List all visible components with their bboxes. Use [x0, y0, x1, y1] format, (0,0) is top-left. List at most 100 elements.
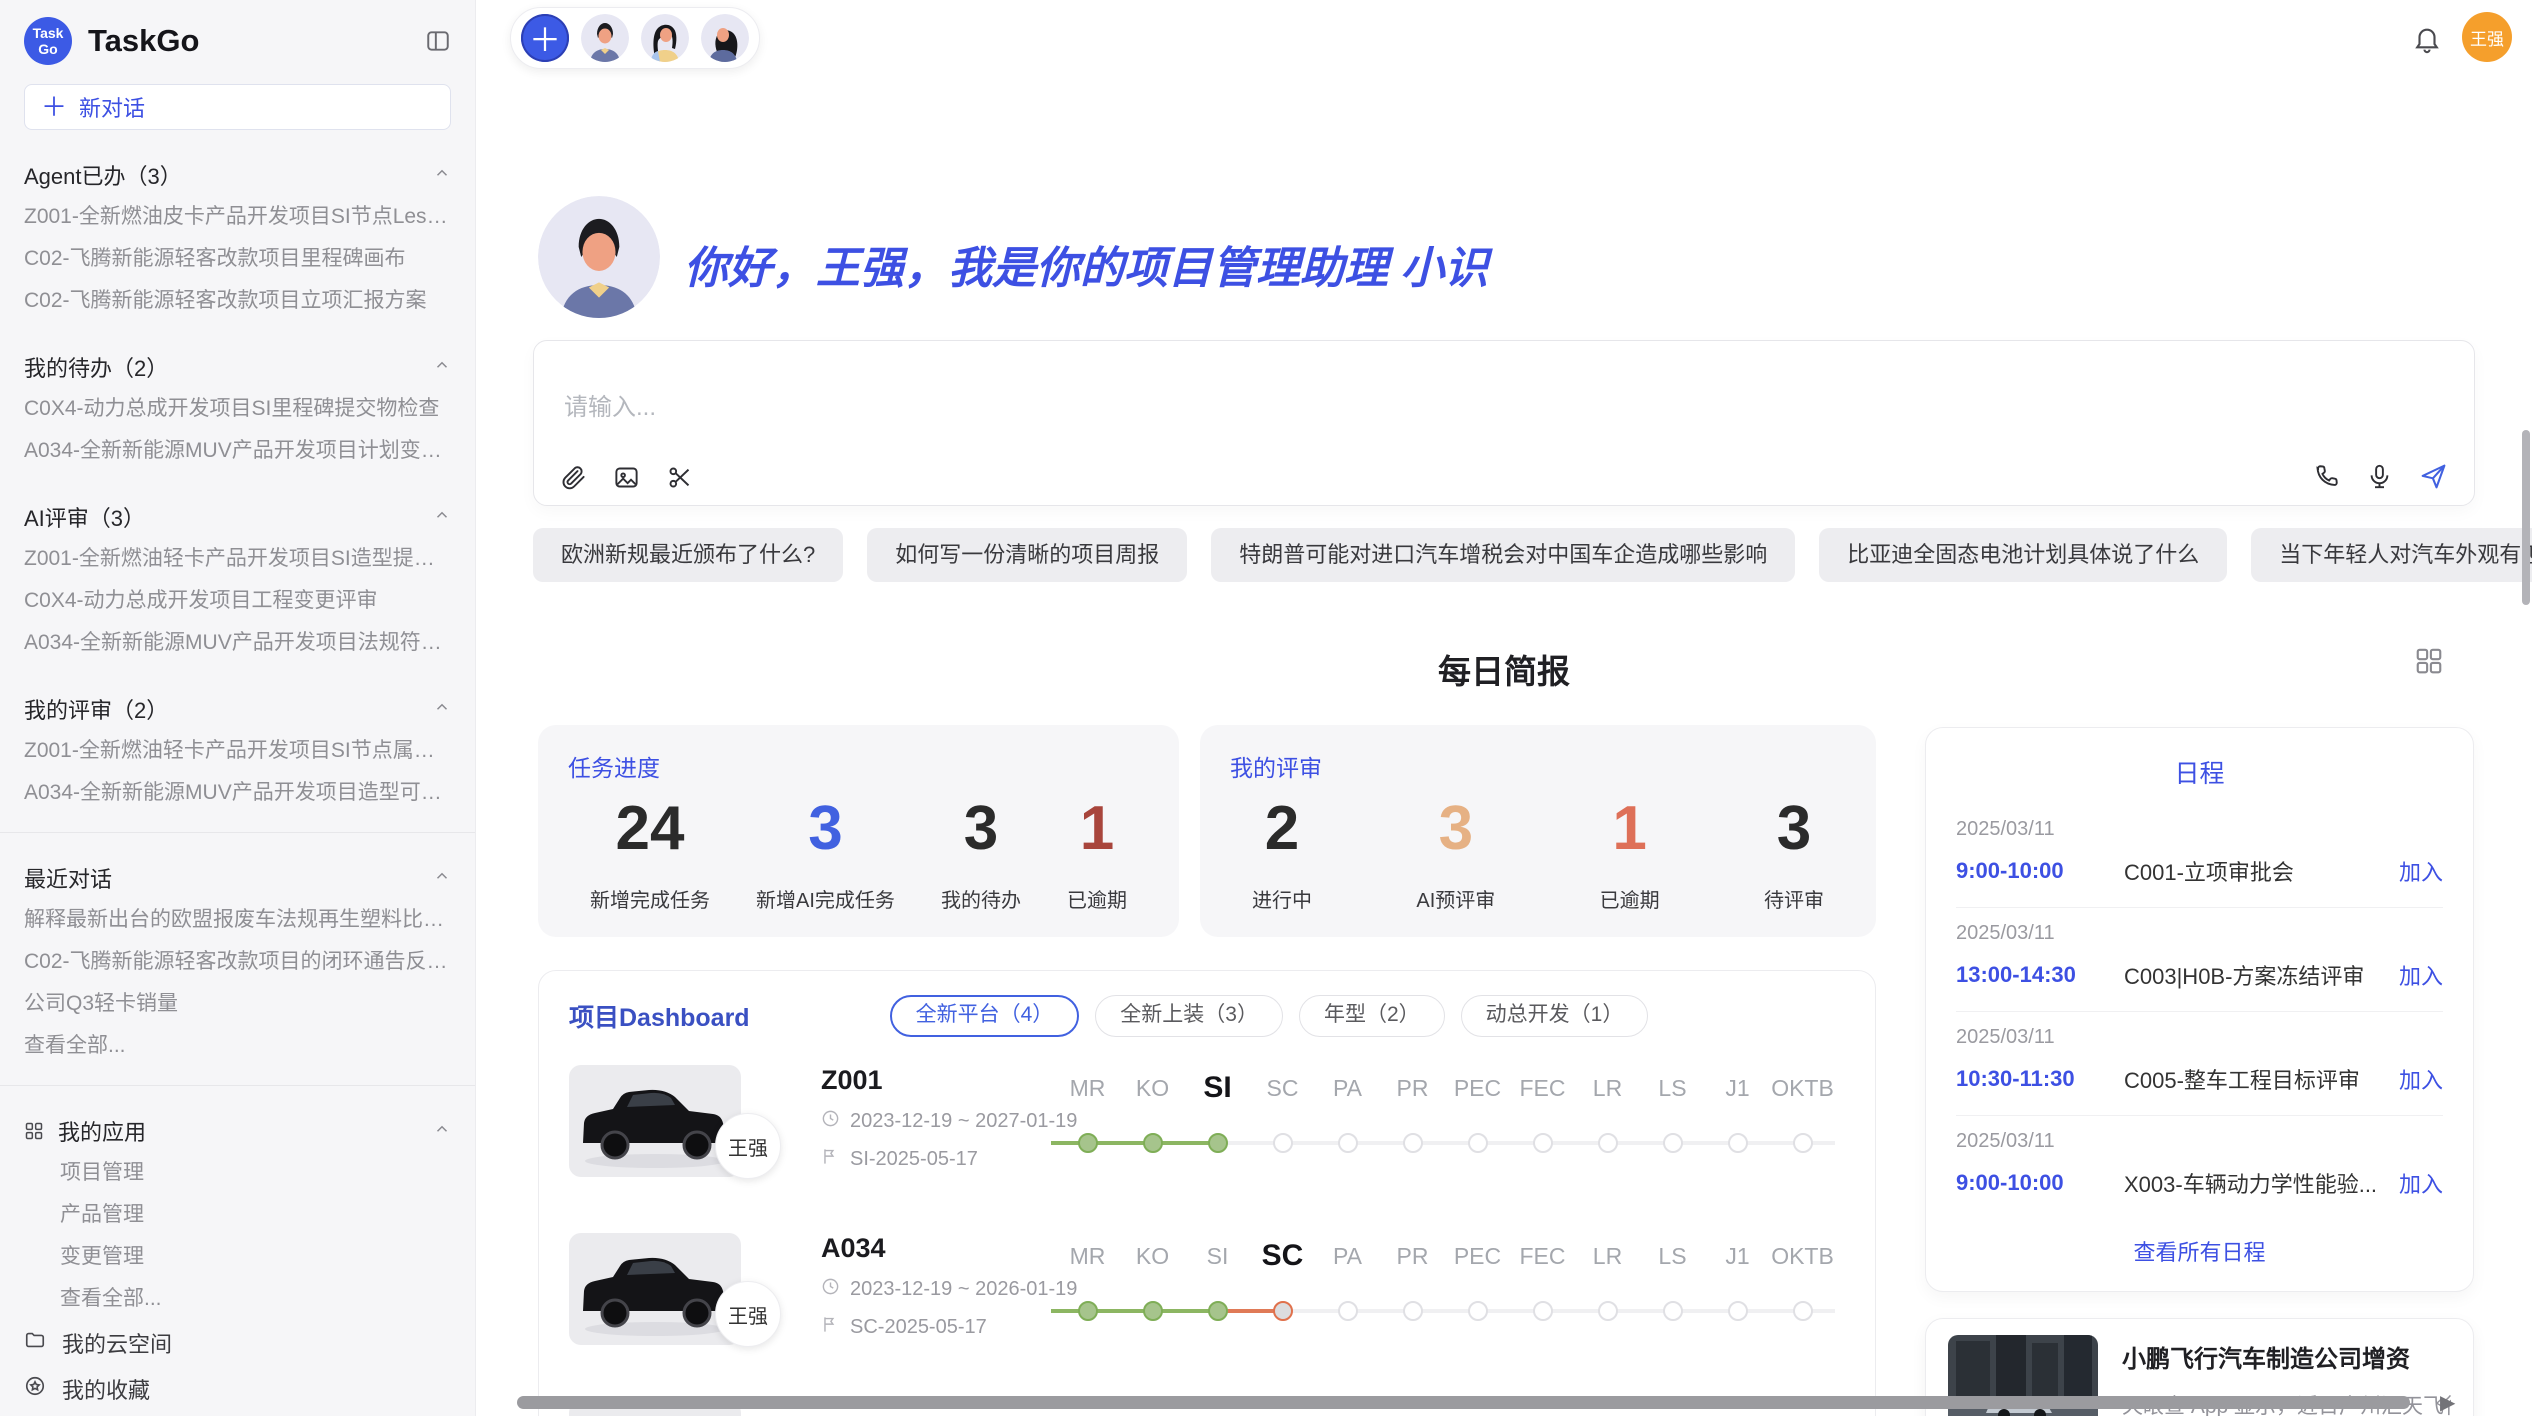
- project-row-z001[interactable]: 王强 Z001 2023-12-19 ~ 2027-01-19 SI-2025-…: [569, 1065, 1845, 1185]
- tab-new-body[interactable]: 全新上装（3）: [1095, 995, 1283, 1037]
- project-name: Z001: [821, 1065, 1051, 1096]
- layout-grid-icon[interactable]: [2414, 646, 2444, 681]
- session-avatar-3[interactable]: [701, 14, 749, 62]
- milestone-track: MRKOSISCPAPRPECFECLRLSJ1OKTB: [1051, 1233, 1845, 1353]
- recent-chat-item[interactable]: 公司Q3轻卡销量: [24, 983, 451, 1025]
- chat-item[interactable]: Z001-全新燃油轻卡产品开发项目SI节点属性5D文件评审: [24, 730, 451, 772]
- chevron-up-icon: [433, 162, 451, 188]
- join-link[interactable]: 加入: [2399, 1063, 2443, 1095]
- sidebar-collapse-icon[interactable]: [425, 28, 451, 54]
- flag-node-text: SC-2025-05-17: [850, 1316, 987, 1339]
- join-link[interactable]: 加入: [2399, 855, 2443, 887]
- section-my-todo[interactable]: 我的待办（2）: [24, 346, 451, 388]
- image-upload-icon[interactable]: [613, 464, 640, 491]
- project-info: Z001 2023-12-19 ~ 2027-01-19 SI-2025-05-…: [821, 1065, 1051, 1185]
- chat-item[interactable]: C0X4-动力总成开发项目工程变更评审: [24, 580, 451, 622]
- suggestion-chip[interactable]: 欧洲新规最近颁布了什么?: [533, 528, 843, 582]
- project-flag-node: SI-2025-05-17: [821, 1147, 1051, 1172]
- section-title: 最近对话: [24, 862, 112, 894]
- app-item-project-mgmt[interactable]: 项目管理: [24, 1152, 451, 1194]
- new-chat-button[interactable]: ＋ 新对话: [24, 84, 451, 130]
- suggestion-chip[interactable]: 特朗普可能对进口汽车增税会对中国车企造成哪些影响: [1211, 528, 1795, 582]
- tab-year-model[interactable]: 年型（2）: [1299, 995, 1445, 1037]
- chat-item[interactable]: C0X4-动力总成开发项目SI里程碑提交物检查: [24, 388, 451, 430]
- section-ai-review[interactable]: AI评审（3）: [24, 496, 451, 538]
- phone-call-icon[interactable]: [2313, 463, 2340, 490]
- project-image-wrap: 王强: [569, 1233, 741, 1345]
- stat: 24新增完成任务: [590, 793, 710, 913]
- microphone-icon[interactable]: [2366, 463, 2393, 490]
- user-avatar[interactable]: 王强: [2462, 12, 2512, 62]
- stat-value: 3: [1439, 793, 1473, 864]
- section-recent-chats[interactable]: 最近对话: [24, 857, 451, 899]
- chat-item[interactable]: Z001-全新燃油轻卡产品开发项目SI造型提交物评审: [24, 538, 451, 580]
- section-my-review[interactable]: 我的评审（2）: [24, 688, 451, 730]
- project-flag-node: SC-2025-05-17: [821, 1315, 1051, 1340]
- folder-icon: [24, 1329, 46, 1357]
- milestone-dot: [1403, 1133, 1423, 1153]
- milestone-dot: [1533, 1133, 1553, 1153]
- suggestion-chip[interactable]: 比亚迪全固态电池计划具体说了什么: [1819, 528, 2227, 582]
- tab-powertrain[interactable]: 动总开发（1）: [1461, 995, 1649, 1037]
- chat-item[interactable]: A034-全新新能源MUV产品开发项目法规符合性评审: [24, 622, 451, 664]
- stat-value: 3: [808, 793, 842, 864]
- apps-view-all-link[interactable]: 查看全部...: [24, 1278, 451, 1320]
- attachment-icon[interactable]: [560, 464, 587, 491]
- recent-view-all-link[interactable]: 查看全部...: [24, 1025, 451, 1067]
- clock-icon: [821, 1277, 840, 1302]
- vertical-scrollbar-thumb[interactable]: [2522, 430, 2530, 605]
- view-all-schedule-link[interactable]: 查看所有日程: [1956, 1235, 2443, 1267]
- sidebar-item-cloud-space[interactable]: 我的云空间: [24, 1320, 451, 1366]
- notification-bell-icon[interactable]: [2412, 24, 2442, 54]
- section-my-apps[interactable]: 我的应用: [24, 1110, 451, 1152]
- chat-item[interactable]: A034-全新新能源MUV产品开发项目计划变更表编写: [24, 430, 451, 472]
- chevron-up-icon: [433, 865, 451, 891]
- logo-line2: Go: [38, 41, 57, 57]
- horizontal-scrollbar-thumb[interactable]: [517, 1396, 2410, 1409]
- tab-all-platform[interactable]: 全新平台（4）: [890, 995, 1080, 1037]
- milestone-dot: [1663, 1133, 1683, 1153]
- suggestion-chip[interactable]: 当下年轻人对汽车外观有怎样的喜好趋势: [2251, 528, 2532, 582]
- stat: 3我的待办: [941, 793, 1021, 913]
- stats-row: 2进行中 3AI预评审 1已逾期 3待评审: [1230, 793, 1846, 913]
- session-avatar-1[interactable]: [581, 14, 629, 62]
- stat-value: 1: [1612, 793, 1646, 864]
- event-time: 10:30-11:30: [1956, 1066, 2124, 1092]
- scroll-right-arrow[interactable]: ▶: [2440, 1390, 2455, 1415]
- chat-item[interactable]: A034-全新新能源MUV产品开发项目造型可行性评审: [24, 772, 451, 814]
- join-link[interactable]: 加入: [2399, 959, 2443, 991]
- event-date: 2025/03/11: [1956, 1026, 2443, 1049]
- grid-icon: [24, 1121, 44, 1141]
- scissors-icon[interactable]: [666, 464, 693, 491]
- chevron-up-icon: [433, 696, 451, 722]
- project-row-a034[interactable]: 王强 A034 2023-12-19 ~ 2026-01-19 SC-2025-…: [569, 1233, 1845, 1353]
- milestone-dot: [1793, 1301, 1813, 1321]
- assistant-avatar: [538, 196, 660, 318]
- join-link[interactable]: 加入: [2399, 1167, 2443, 1199]
- recent-chat-item[interactable]: 解释最新出台的欧盟报废车法规再生塑料比例被调至15%...: [24, 899, 451, 941]
- chat-item[interactable]: Z001-全新燃油皮卡产品开发项目SI节点Lesson Learn报告: [24, 196, 451, 238]
- clock-icon: [821, 1109, 840, 1134]
- flag-icon: [821, 1315, 840, 1340]
- session-avatar-2[interactable]: [641, 14, 689, 62]
- new-session-button[interactable]: ＋: [521, 14, 569, 62]
- send-icon[interactable]: [2419, 462, 2448, 491]
- sidebar-item-favorites[interactable]: 我的收藏: [24, 1366, 451, 1412]
- project-info: A034 2023-12-19 ~ 2026-01-19 SC-2025-05-…: [821, 1233, 1051, 1353]
- chat-item[interactable]: C02-飞腾新能源轻客改款项目里程碑画布: [24, 238, 451, 280]
- milestone-dot: [1078, 1301, 1098, 1321]
- recent-chat-item[interactable]: C02-飞腾新能源轻客改款项目的闭环通告反馈情况: [24, 941, 451, 983]
- stat: 1已逾期: [1067, 793, 1127, 913]
- section-title: AI评审（3）: [24, 501, 145, 533]
- milestone-dot: [1728, 1301, 1748, 1321]
- sidebar-item-label: 我的收藏: [62, 1373, 150, 1405]
- chat-item[interactable]: C02-飞腾新能源轻客改款项目立项汇报方案: [24, 280, 451, 322]
- app-item-change-mgmt[interactable]: 变更管理: [24, 1236, 451, 1278]
- chat-input[interactable]: [562, 393, 1966, 423]
- suggestion-chip[interactable]: 如何写一份清晰的项目周报: [867, 528, 1187, 582]
- milestone-dot: [1598, 1301, 1618, 1321]
- card-title: 我的评审: [1230, 749, 1846, 783]
- app-item-product-mgmt[interactable]: 产品管理: [24, 1194, 451, 1236]
- app-title: TaskGo: [88, 23, 425, 59]
- section-agent-done[interactable]: Agent已办（3）: [24, 154, 451, 196]
